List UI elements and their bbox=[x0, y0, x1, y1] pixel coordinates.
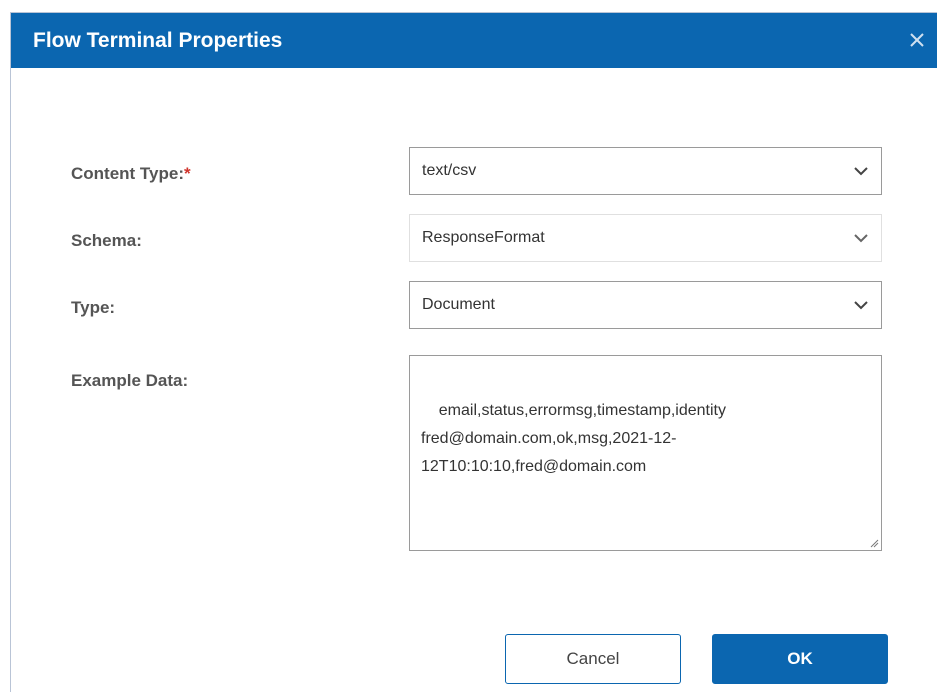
content-type-value: text/csv bbox=[422, 162, 477, 179]
dialog-titlebar: Flow Terminal Properties bbox=[11, 13, 937, 68]
type-value: Document bbox=[422, 296, 495, 313]
schema-value: ResponseFormat bbox=[422, 229, 545, 246]
type-label: Type: bbox=[71, 298, 116, 317]
ok-button[interactable]: OK bbox=[712, 634, 888, 684]
content-type-label: Content Type:* bbox=[71, 164, 191, 184]
example-data-textarea[interactable]: email,status,errormsg,timestamp,identity… bbox=[409, 355, 882, 551]
chevron-down-icon bbox=[854, 301, 868, 310]
cancel-button[interactable]: Cancel bbox=[505, 634, 681, 684]
chevron-down-icon bbox=[854, 234, 868, 243]
type-select[interactable]: Document bbox=[409, 281, 882, 329]
example-data-value: email,status,errormsg,timestamp,identity… bbox=[421, 402, 726, 475]
content-type-label-text: Content Type: bbox=[71, 164, 185, 183]
content-type-select[interactable]: text/csv bbox=[409, 147, 882, 195]
schema-label: Schema: bbox=[71, 231, 142, 250]
example-data-label: Example Data: bbox=[71, 371, 189, 390]
close-icon[interactable] bbox=[904, 27, 930, 53]
schema-select[interactable]: ResponseFormat bbox=[409, 214, 882, 262]
resize-handle-icon[interactable] bbox=[869, 538, 879, 548]
required-marker: * bbox=[184, 164, 191, 183]
flow-terminal-properties-dialog: Flow Terminal Properties Content Type:* … bbox=[10, 12, 937, 692]
dialog-title: Flow Terminal Properties bbox=[33, 29, 283, 52]
chevron-down-icon bbox=[854, 167, 868, 176]
